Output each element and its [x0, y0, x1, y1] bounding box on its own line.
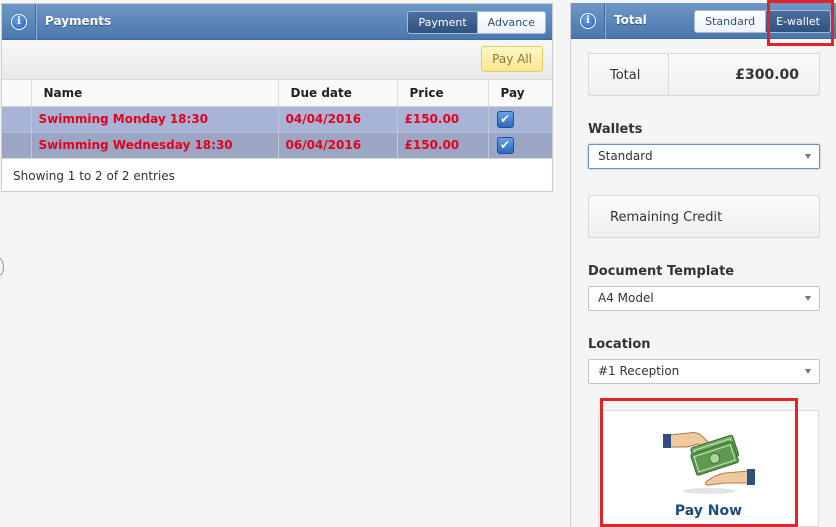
- total-header: i Total Standard E-wallet: [571, 3, 836, 39]
- dropdown-arrow-icon: [805, 154, 811, 159]
- location-select[interactable]: #1 Reception: [588, 359, 820, 384]
- document-template-value: A4 Model: [598, 291, 654, 305]
- row-pay-cell: ✔: [488, 131, 552, 158]
- wallet-mode-tab-group: Standard E-wallet: [694, 10, 831, 33]
- payments-header: i Payments Payment Advance: [2, 4, 552, 40]
- checkbox-checked-icon[interactable]: ✔: [496, 110, 514, 128]
- location-value: #1 Reception: [598, 364, 680, 378]
- row-due-date: 06/04/2016: [278, 131, 398, 158]
- checkbox-checked-icon[interactable]: ✔: [496, 136, 514, 154]
- row-pay-cell: ✔: [488, 106, 552, 132]
- total-summary: Total £300.00: [588, 53, 820, 96]
- wallets-label: Wallets: [588, 122, 643, 137]
- table-header-row: Name Due date Price Pay: [2, 80, 552, 107]
- tab-e-wallet[interactable]: E-wallet: [765, 11, 830, 32]
- table-row[interactable]: Swimming Wednesday 18:30 06/04/2016 £150…: [2, 131, 552, 158]
- pay-all-button[interactable]: Pay All: [481, 46, 543, 72]
- dropdown-arrow-icon: [805, 296, 811, 301]
- remaining-credit-label: Remaining Credit: [610, 210, 723, 225]
- total-value: £300.00: [735, 67, 799, 83]
- header-divider: [35, 4, 36, 40]
- location-label: Location: [588, 337, 651, 352]
- document-template-label: Document Template: [588, 264, 735, 279]
- remaining-credit-box: Remaining Credit: [588, 195, 820, 238]
- column-header-name[interactable]: Name: [31, 80, 279, 107]
- tab-advance[interactable]: Advance: [476, 12, 545, 33]
- column-header-price[interactable]: Price: [397, 80, 489, 107]
- column-header-pay[interactable]: Pay: [488, 80, 552, 107]
- row-due-date: 04/04/2016: [278, 106, 398, 132]
- dropdown-arrow-icon: [805, 369, 811, 374]
- payments-panel: i Payments Payment Advance Pay All Name …: [1, 3, 553, 192]
- total-label: Total: [610, 68, 641, 83]
- payments-tab-group: Payment Advance: [407, 11, 546, 34]
- info-icon[interactable]: i: [11, 14, 27, 30]
- pay-now-label: Pay Now: [674, 503, 743, 519]
- table-info-text: Showing 1 to 2 of 2 entries: [2, 158, 552, 194]
- row-name: Swimming Wednesday 18:30: [31, 131, 279, 158]
- row-price: £150.00: [397, 131, 489, 158]
- total-panel: i Total Standard E-wallet Total £300.00 …: [570, 3, 836, 527]
- column-header-due-date[interactable]: Due date: [278, 80, 398, 107]
- column-header-select: [2, 80, 32, 107]
- row-price: £150.00: [397, 106, 489, 132]
- info-icon[interactable]: i: [580, 13, 596, 29]
- tab-standard[interactable]: Standard: [695, 11, 766, 32]
- wallet-select-value: Standard: [598, 149, 653, 163]
- total-title: Total: [614, 13, 647, 27]
- payments-table: Name Due date Price Pay Swimming Monday …: [2, 80, 552, 158]
- pay-now-button[interactable]: Pay Now: [598, 410, 819, 527]
- header-divider: [604, 3, 605, 39]
- collapse-handle[interactable]: [0, 258, 4, 276]
- table-row[interactable]: Swimming Monday 18:30 04/04/2016 £150.00…: [2, 106, 552, 132]
- wallet-select[interactable]: Standard: [588, 144, 820, 169]
- total-divider: [668, 54, 669, 95]
- payments-title: Payments: [45, 14, 112, 28]
- row-selector[interactable]: [2, 106, 32, 132]
- tab-payment[interactable]: Payment: [408, 12, 477, 33]
- row-selector[interactable]: [2, 131, 32, 158]
- document-template-select[interactable]: A4 Model: [588, 286, 820, 311]
- payments-toolbar: Pay All: [2, 40, 552, 80]
- money-hands-icon: [663, 432, 755, 494]
- row-name: Swimming Monday 18:30: [31, 106, 279, 132]
